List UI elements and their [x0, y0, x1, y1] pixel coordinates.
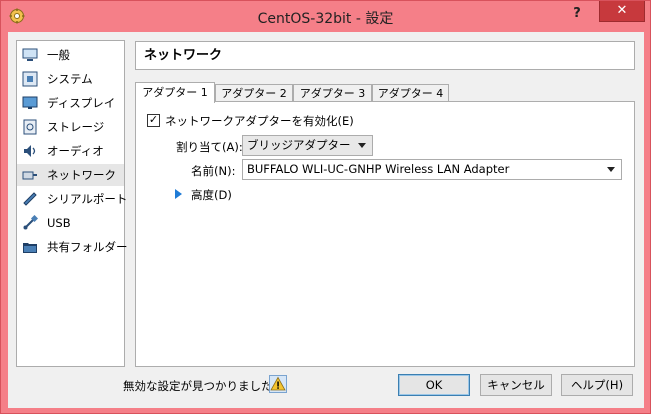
- network-icon: [22, 171, 37, 180]
- sidebar-item-audio[interactable]: オーディオ: [17, 140, 124, 162]
- title-bar: CentOS-32bit - 設定 ? ✕: [1, 1, 650, 33]
- enable-adapter-checkbox[interactable]: ✓: [147, 114, 160, 127]
- attached-to-select[interactable]: ブリッジアダプター: [242, 135, 373, 156]
- sidebar-item-label: USB: [47, 216, 71, 230]
- serial-port-icon: [23, 192, 37, 206]
- sidebar-item-label: ネットワーク: [47, 168, 116, 182]
- status-message: 無効な設定が見つかりました: [123, 379, 273, 393]
- sidebar-item-shared-folder[interactable]: 共有フォルダー: [17, 236, 128, 258]
- usb-icon: [23, 215, 38, 230]
- close-button[interactable]: ✕: [599, 1, 645, 22]
- name-label: 名前(N):: [191, 164, 236, 178]
- sidebar-item-label: オーディオ: [47, 144, 104, 158]
- tab-adapter-2[interactable]: アダプター 2: [215, 84, 293, 102]
- attached-to-value: ブリッジアダプター: [247, 138, 351, 152]
- chevron-down-icon: [607, 167, 615, 172]
- sidebar-item-general[interactable]: 一般: [17, 44, 124, 66]
- sidebar-item-label: 共有フォルダー: [47, 240, 128, 254]
- warning-icon[interactable]: [269, 375, 287, 393]
- tab-adapter-1[interactable]: アダプター 1: [135, 82, 215, 103]
- sidebar-item-usb[interactable]: USB: [17, 212, 124, 234]
- advanced-toggle[interactable]: 高度(D): [191, 187, 232, 203]
- ok-button[interactable]: OK: [398, 374, 470, 396]
- shared-folder-icon: [23, 243, 37, 253]
- adapter-name-select[interactable]: BUFFALO WLI-UC-GNHP Wireless LAN Adapter: [242, 159, 622, 180]
- enable-adapter-label: ネットワークアダプターを有効化(E): [165, 114, 354, 128]
- sidebar-item-label: ディスプレイ: [47, 96, 116, 110]
- window-title: CentOS-32bit - 設定: [257, 11, 394, 27]
- sidebar-item-label: システム: [47, 72, 93, 86]
- sidebar-item-storage[interactable]: ストレージ: [17, 116, 124, 138]
- cancel-button[interactable]: キャンセル: [480, 374, 552, 396]
- audio-icon: [24, 145, 36, 157]
- help-button[interactable]: ヘルプ(H): [561, 374, 633, 396]
- sidebar-item-label: 一般: [47, 48, 70, 62]
- sidebar-item-label: シリアルポート: [47, 192, 128, 206]
- page-title: ネットワーク: [135, 41, 635, 70]
- dialog-client: 一般 システム ディスプレイ ストレージ オーディオ ネットワーク シリアルポー…: [8, 32, 644, 408]
- general-icon: [22, 48, 38, 61]
- sidebar-item-network[interactable]: ネットワーク: [17, 164, 124, 186]
- display-icon: [22, 96, 38, 109]
- tab-label: アダプター 1: [142, 86, 208, 99]
- adapter-name-value: BUFFALO WLI-UC-GNHP Wireless LAN Adapter: [247, 162, 510, 176]
- tab-adapter-4[interactable]: アダプター 4: [372, 84, 449, 102]
- tab-label: アダプター 3: [299, 87, 366, 100]
- tab-label: アダプター 2: [221, 87, 287, 100]
- sidebar-item-display[interactable]: ディスプレイ: [17, 92, 124, 114]
- storage-icon: [23, 119, 37, 135]
- attached-to-label: 割り当て(A):: [176, 140, 243, 154]
- sidebar-item-label: ストレージ: [47, 120, 105, 134]
- sidebar-item-system[interactable]: システム: [17, 68, 124, 90]
- chevron-down-icon: [358, 143, 366, 148]
- sidebar-item-serial-port[interactable]: シリアルポート: [17, 188, 128, 210]
- tab-adapter-3[interactable]: アダプター 3: [293, 84, 372, 102]
- settings-window: CentOS-32bit - 設定 ? ✕ 一般 システム ディスプレイ ストレ…: [0, 0, 651, 414]
- expand-arrow-icon[interactable]: [175, 189, 182, 199]
- help-title-button[interactable]: ?: [567, 6, 587, 24]
- tab-label: アダプター 4: [377, 87, 444, 100]
- settings-sidebar: 一般 システム ディスプレイ ストレージ オーディオ ネットワーク シリアルポー…: [16, 40, 128, 367]
- system-icon: [22, 71, 38, 87]
- adapter-panel: ✓ ネットワークアダプターを有効化(E) 割り当て(A): ブリッジアダプター …: [135, 101, 635, 367]
